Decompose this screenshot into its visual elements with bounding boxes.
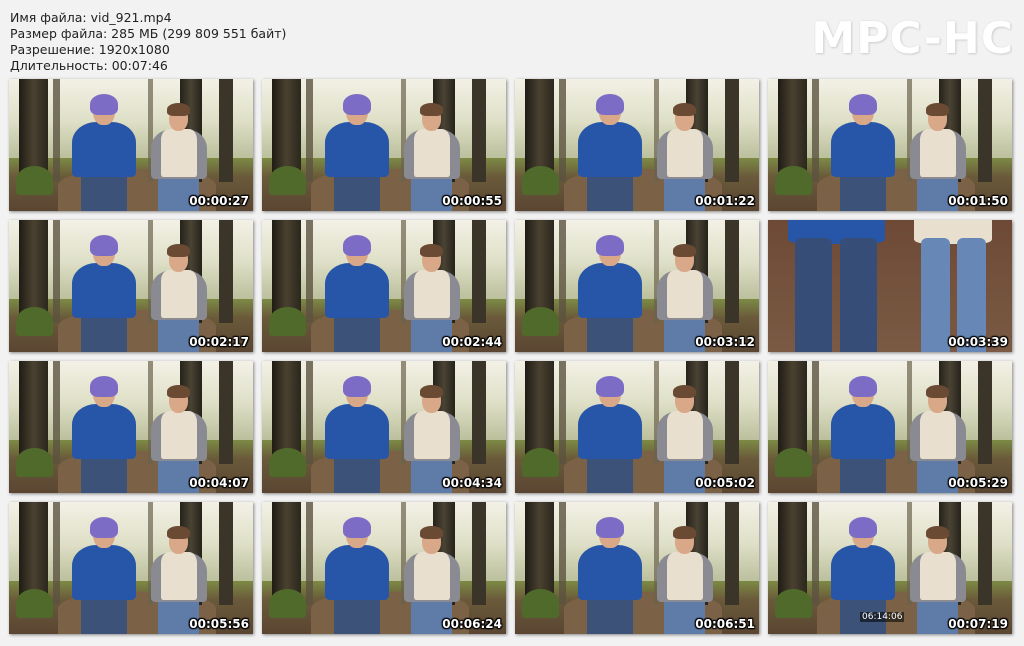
- thumbnail: 00:00:55: [262, 79, 506, 211]
- thumbnail: 00:02:44: [262, 220, 506, 352]
- video-frame: [9, 502, 253, 634]
- timestamp-label: 00:04:34: [442, 476, 502, 490]
- thumbnail: 00:03:12: [515, 220, 759, 352]
- thumbnail: 00:06:24: [262, 502, 506, 634]
- file-info: Имя файла: vid_921.mp4 Размер файла: 285…: [10, 10, 286, 74]
- video-frame: [9, 361, 253, 493]
- timestamp-label: 00:05:02: [695, 476, 755, 490]
- thumbnail: 00:01:22: [515, 79, 759, 211]
- video-frame: [262, 361, 506, 493]
- video-frame: [262, 220, 506, 352]
- video-frame: [515, 220, 759, 352]
- video-frame: [262, 502, 506, 634]
- timestamp-label: 00:06:24: [442, 617, 502, 631]
- video-frame: [768, 220, 1012, 352]
- thumbnail: 00:06:51: [515, 502, 759, 634]
- thumbnail: 00:07:19 06:14:06: [768, 502, 1012, 634]
- video-frame: [9, 79, 253, 211]
- camera-overlay-time: 06:14:06: [860, 612, 905, 622]
- video-frame: [9, 220, 253, 352]
- video-frame: [515, 361, 759, 493]
- timestamp-label: 00:00:55: [442, 194, 502, 208]
- mpc-hc-logo: MPC-HC: [811, 13, 1014, 64]
- timestamp-label: 00:01:22: [695, 194, 755, 208]
- timestamp-label: 00:05:29: [948, 476, 1008, 490]
- video-frame: [515, 79, 759, 211]
- thumbnail: 00:04:07: [9, 361, 253, 493]
- file-resolution: Разрешение: 1920x1080: [10, 42, 170, 57]
- file-duration: Длительность: 00:07:46: [10, 58, 168, 73]
- timestamp-label: 00:01:50: [948, 194, 1008, 208]
- thumbnail: 00:05:56: [9, 502, 253, 634]
- thumbnail: 00:01:50: [768, 79, 1012, 211]
- video-frame: [768, 79, 1012, 211]
- timestamp-label: 00:02:44: [442, 335, 502, 349]
- thumbnail: 00:00:27: [9, 79, 253, 211]
- file-name: Имя файла: vid_921.mp4: [10, 10, 172, 25]
- thumbnail-grid: 00:00:27 00:00:55 00:01:22 00:01:50 00:0…: [9, 79, 1012, 634]
- video-frame: [515, 502, 759, 634]
- thumbnail: 00:02:17: [9, 220, 253, 352]
- timestamp-label: 00:03:12: [695, 335, 755, 349]
- timestamp-label: 00:05:56: [189, 617, 249, 631]
- file-size: Размер файла: 285 МБ (299 809 551 байт): [10, 26, 287, 41]
- thumbnail: 00:03:39: [768, 220, 1012, 352]
- timestamp-label: 00:00:27: [189, 194, 249, 208]
- timestamp-label: 00:04:07: [189, 476, 249, 490]
- thumbnail: 00:04:34: [262, 361, 506, 493]
- video-frame: [262, 79, 506, 211]
- timestamp-label: 00:03:39: [948, 335, 1008, 349]
- thumbnail: 00:05:29: [768, 361, 1012, 493]
- timestamp-label: 00:06:51: [695, 617, 755, 631]
- timestamp-label: 00:07:19: [948, 617, 1008, 631]
- thumbnail: 00:05:02: [515, 361, 759, 493]
- video-frame: [768, 361, 1012, 493]
- timestamp-label: 00:02:17: [189, 335, 249, 349]
